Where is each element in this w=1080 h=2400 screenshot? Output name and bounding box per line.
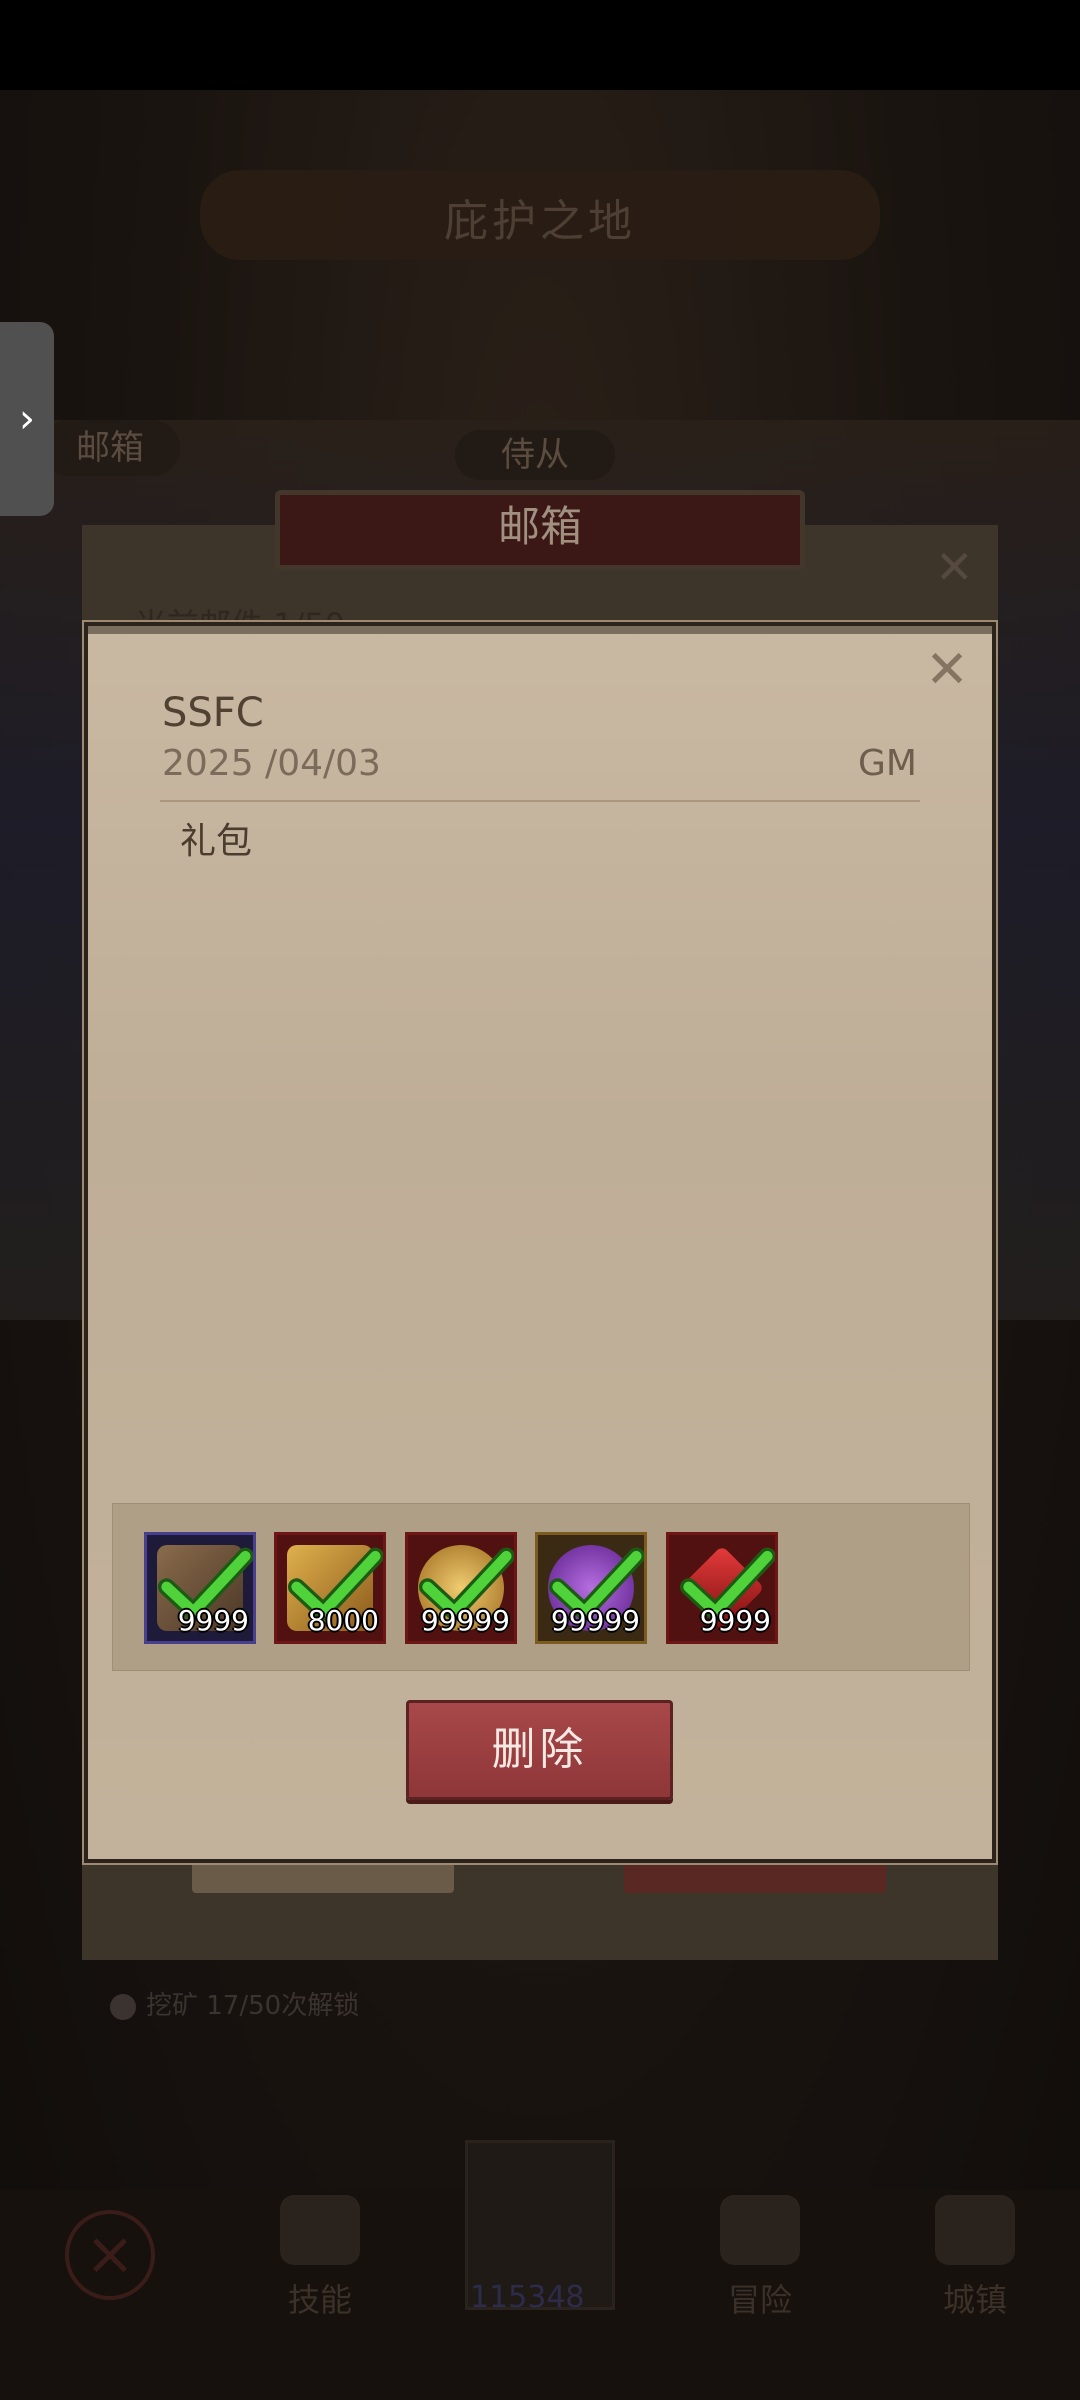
mail-detail-dialog [82, 620, 998, 1865]
mail-sender: GM [858, 743, 917, 784]
lock-icon [110, 1993, 136, 2020]
reward-item[interactable]: 8000 [274, 1532, 386, 1644]
scene-attendant-tab: 侍从 [455, 430, 615, 480]
scene-mailbox-tab: 邮箱 [40, 420, 180, 476]
reward-item[interactable]: 99999 [535, 1532, 647, 1644]
reward-quantity: 99999 [550, 1604, 640, 1637]
reward-item[interactable]: 9999 [666, 1532, 778, 1644]
chevron-right-icon: › [19, 396, 35, 442]
nav-town: 城镇 [895, 2195, 1055, 2375]
nav-skills: 技能 [240, 2195, 400, 2375]
nav-close-icon: × [65, 2210, 155, 2300]
reward-item[interactable]: 9999 [144, 1532, 256, 1644]
reward-item[interactable]: 99999 [405, 1532, 517, 1644]
map-icon [720, 2195, 800, 2265]
nav-adventure-label: 冒险 [727, 2281, 792, 2319]
mailbox-close-icon[interactable]: ✕ [935, 540, 974, 594]
skills-icon [280, 2195, 360, 2265]
power-value: 115348 [470, 2280, 585, 2315]
close-icon[interactable]: ✕ [922, 644, 972, 696]
castle-icon [935, 2195, 1015, 2265]
nav-skills-label: 技能 [287, 2281, 352, 2319]
unlock-hint: 挖矿 17/50次解锁 [110, 1985, 359, 2022]
mail-date: 2025 /04/03 [162, 743, 381, 784]
divider [160, 800, 920, 802]
nav-town-label: 城镇 [942, 2281, 1007, 2319]
mailbox-title: 邮箱 [497, 502, 582, 551]
reward-quantity: 99999 [420, 1604, 510, 1637]
mail-body: 礼包 [180, 821, 253, 862]
reward-quantity: 8000 [307, 1604, 379, 1637]
scene-title: 庇护之地 [444, 196, 636, 247]
mail-subject: SSFC [162, 690, 264, 736]
reward-quantity: 9999 [699, 1604, 771, 1637]
status-bar [0, 0, 1080, 90]
nav-adventure: 冒险 [680, 2195, 840, 2375]
unlock-hint-text: 挖矿 17/50次解锁 [146, 1991, 360, 2021]
scene-mailbox-tab-label: 邮箱 [76, 428, 144, 468]
side-expand-handle[interactable]: › [0, 322, 54, 516]
reward-quantity: 9999 [177, 1604, 249, 1637]
delete-button[interactable]: 删除 [406, 1700, 673, 1800]
